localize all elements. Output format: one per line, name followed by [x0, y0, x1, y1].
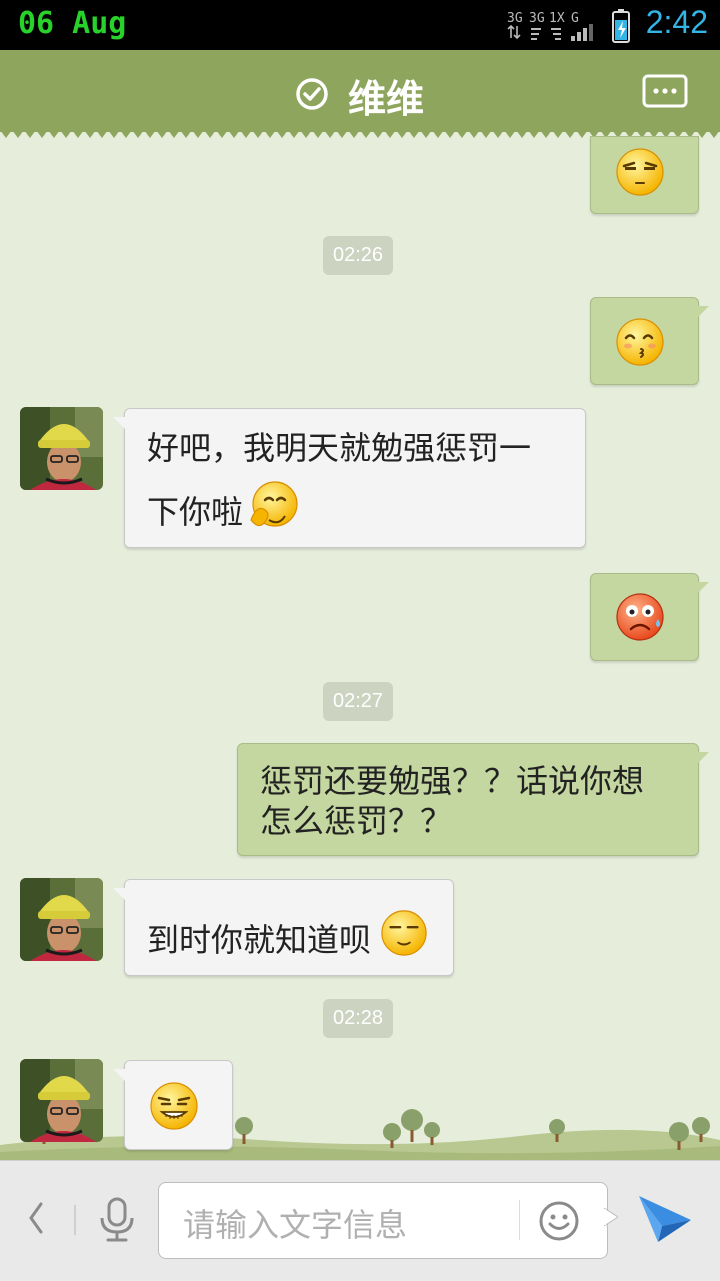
emoji-shy-laugh-icon [250, 481, 298, 527]
emoji-grin-icon [150, 1082, 198, 1130]
network-g-label: G [571, 11, 579, 26]
timestamp: 02:26 [323, 236, 394, 275]
verified-check-icon [296, 78, 328, 110]
divider [519, 1200, 520, 1240]
bubble-tail [113, 1069, 125, 1081]
bubble-tail [697, 752, 709, 764]
bubble-tail [113, 417, 125, 429]
emoji-picker-icon[interactable] [537, 1199, 581, 1243]
landscape-decoration [0, 1109, 720, 1162]
bubble-tail [697, 582, 709, 594]
network-3g-label: 3G [507, 11, 523, 26]
input-tail [604, 1208, 618, 1226]
contact-avatar[interactable] [20, 878, 103, 961]
bubble-tail [113, 888, 125, 900]
message-text-line: 下你啦 [147, 493, 244, 531]
emoji-content-smile-icon [381, 910, 427, 956]
emoji-sad-tear-icon [616, 593, 664, 641]
send-button[interactable] [636, 1192, 694, 1246]
timestamp: 02:28 [323, 999, 394, 1038]
status-date: 06 Aug [18, 6, 127, 41]
message-text-line: 到时你就知道呗 [147, 921, 372, 959]
chevron-left-icon[interactable] [26, 1200, 46, 1236]
message-text-line: 惩罚还要勉强？？话说你想 [260, 762, 645, 800]
status-time: 2:42 [645, 4, 708, 40]
network-3g-label-2: 3G [529, 11, 545, 26]
contact-avatar[interactable] [20, 1059, 103, 1142]
message-text-line: 怎么惩罚？？ [260, 802, 453, 840]
contact-avatar[interactable] [20, 407, 103, 490]
emoji-kiss-icon [616, 318, 664, 366]
timestamp: 02:27 [323, 682, 394, 721]
message-input-placeholder: 请输入文字信息 [183, 1206, 408, 1244]
message-text-line: 好吧，我明天就勉强惩罚一 [147, 429, 532, 467]
divider [74, 1205, 76, 1235]
microphone-icon[interactable] [96, 1196, 138, 1244]
emoji-smirk-icon [616, 148, 664, 196]
signal-icons: 3G 3G 1X G [507, 9, 630, 43]
network-1x-label: 1X [549, 11, 565, 26]
bubble-tail [697, 306, 709, 318]
chat-title: 维维 [348, 77, 425, 121]
chat-more-button[interactable] [642, 74, 688, 110]
